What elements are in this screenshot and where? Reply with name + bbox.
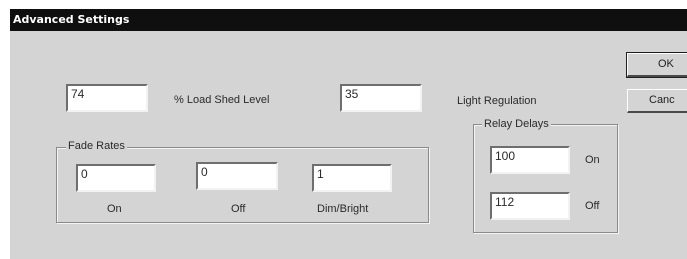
light-regulation-field[interactable]: 35 — [340, 84, 422, 112]
fade-on-label: On — [107, 203, 122, 215]
fade-dim-bright-label: Dim/Bright — [317, 203, 369, 215]
fade-dim-bright-field[interactable]: 1 — [312, 164, 392, 192]
ok-button-label: OK — [658, 58, 674, 70]
relay-delays-title: Relay Delays — [482, 118, 551, 131]
relay-on-label: On — [585, 154, 600, 166]
relay-off-field[interactable]: 112 — [490, 192, 570, 220]
load-shed-level-field[interactable]: 74 — [66, 84, 148, 112]
relay-on-field[interactable]: 100 — [490, 146, 570, 174]
ok-button[interactable]: OK — [626, 52, 687, 78]
fade-off-label: Off — [231, 203, 246, 215]
fade-rates-title: Fade Rates — [66, 140, 127, 153]
load-shed-level-label: % Load Shed Level — [174, 94, 270, 106]
relay-off-label: Off — [585, 200, 600, 212]
cancel-button[interactable]: Canc — [627, 89, 687, 113]
fade-on-field[interactable]: 0 — [76, 164, 156, 192]
dialog-title: Advanced Settings — [10, 9, 687, 31]
fade-off-field[interactable]: 0 — [196, 162, 278, 190]
cancel-button-label: Canc — [649, 94, 675, 106]
advanced-settings-dialog: Advanced Settings 74 % Load Shed Level 3… — [9, 8, 687, 259]
light-regulation-label: Light Regulation — [457, 95, 537, 107]
